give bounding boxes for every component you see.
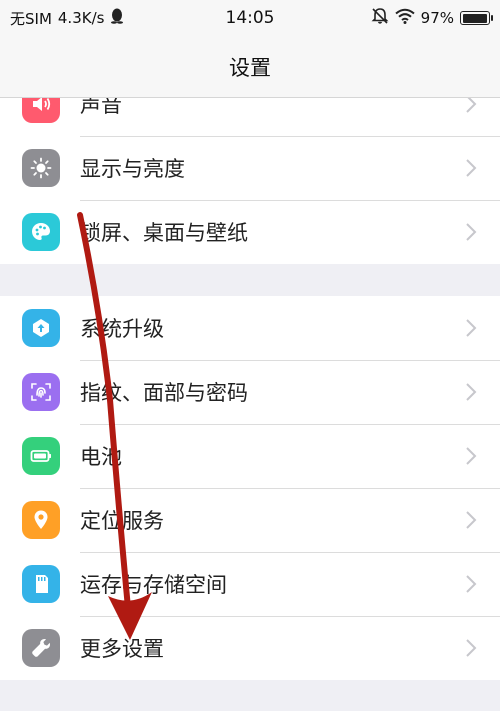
- settings-row-system-update[interactable]: 系统升级: [0, 296, 500, 360]
- settings-row-label: 指纹、面部与密码: [80, 381, 248, 405]
- chevron-right-icon: [466, 575, 477, 593]
- status-bar: 无SIM 4.3K/s 14:05 97%: [0, 0, 500, 36]
- wifi-icon: [395, 8, 415, 28]
- nav-bar: 设置: [0, 36, 500, 98]
- battery-percent: 97%: [420, 9, 454, 27]
- alarm-off-icon: [371, 7, 389, 29]
- status-left: 无SIM 4.3K/s: [10, 8, 124, 29]
- battery-icon: [22, 437, 60, 475]
- settings-group-display: 声音 显示与亮度 锁屏、桌面与壁纸: [0, 72, 500, 264]
- settings-row-label: 运存与存储空间: [80, 573, 227, 597]
- storage-icon: [22, 565, 60, 603]
- network-speed: 4.3K/s: [57, 9, 105, 27]
- settings-row-label: 系统升级: [80, 317, 164, 341]
- chevron-right-icon: [466, 319, 477, 337]
- chevron-right-icon: [466, 159, 477, 177]
- settings-row-location-services[interactable]: 定位服务: [0, 488, 500, 552]
- page-title: 设置: [229, 55, 271, 80]
- wrench-icon: [22, 629, 60, 667]
- update-icon: [22, 309, 60, 347]
- chevron-right-icon: [466, 383, 477, 401]
- status-right: 97%: [371, 7, 493, 29]
- settings-row-fingerprint-face-password[interactable]: 指纹、面部与密码: [0, 360, 500, 424]
- chevron-right-icon: [466, 639, 477, 657]
- settings-row-label: 更多设置: [80, 637, 164, 661]
- location-icon: [22, 501, 60, 539]
- settings-row-lockscreen-wallpaper[interactable]: 锁屏、桌面与壁纸: [0, 200, 500, 264]
- brightness-icon: [22, 149, 60, 187]
- qq-penguin-icon: [110, 8, 124, 28]
- carrier-text: 无SIM: [10, 9, 52, 28]
- settings-group-system: 系统升级 指纹、面部与密码 电池 定位服务 运存与存储空间 更多设置: [0, 296, 500, 680]
- settings-row-label: 定位服务: [80, 509, 164, 533]
- battery-icon: [460, 11, 493, 25]
- battery-level: [462, 13, 487, 23]
- settings-row-more-settings[interactable]: 更多设置: [0, 616, 500, 680]
- palette-icon: [22, 213, 60, 251]
- settings-row-display-brightness[interactable]: 显示与亮度: [0, 136, 500, 200]
- settings-row-label: 锁屏、桌面与壁纸: [80, 221, 248, 245]
- settings-row-battery[interactable]: 电池: [0, 424, 500, 488]
- fingerprint-icon: [22, 373, 60, 411]
- chevron-right-icon: [466, 511, 477, 529]
- chevron-right-icon: [466, 223, 477, 241]
- chevron-right-icon: [466, 447, 477, 465]
- settings-row-label: 显示与亮度: [80, 157, 185, 181]
- settings-row-memory-storage[interactable]: 运存与存储空间: [0, 552, 500, 616]
- settings-row-label: 电池: [80, 445, 122, 469]
